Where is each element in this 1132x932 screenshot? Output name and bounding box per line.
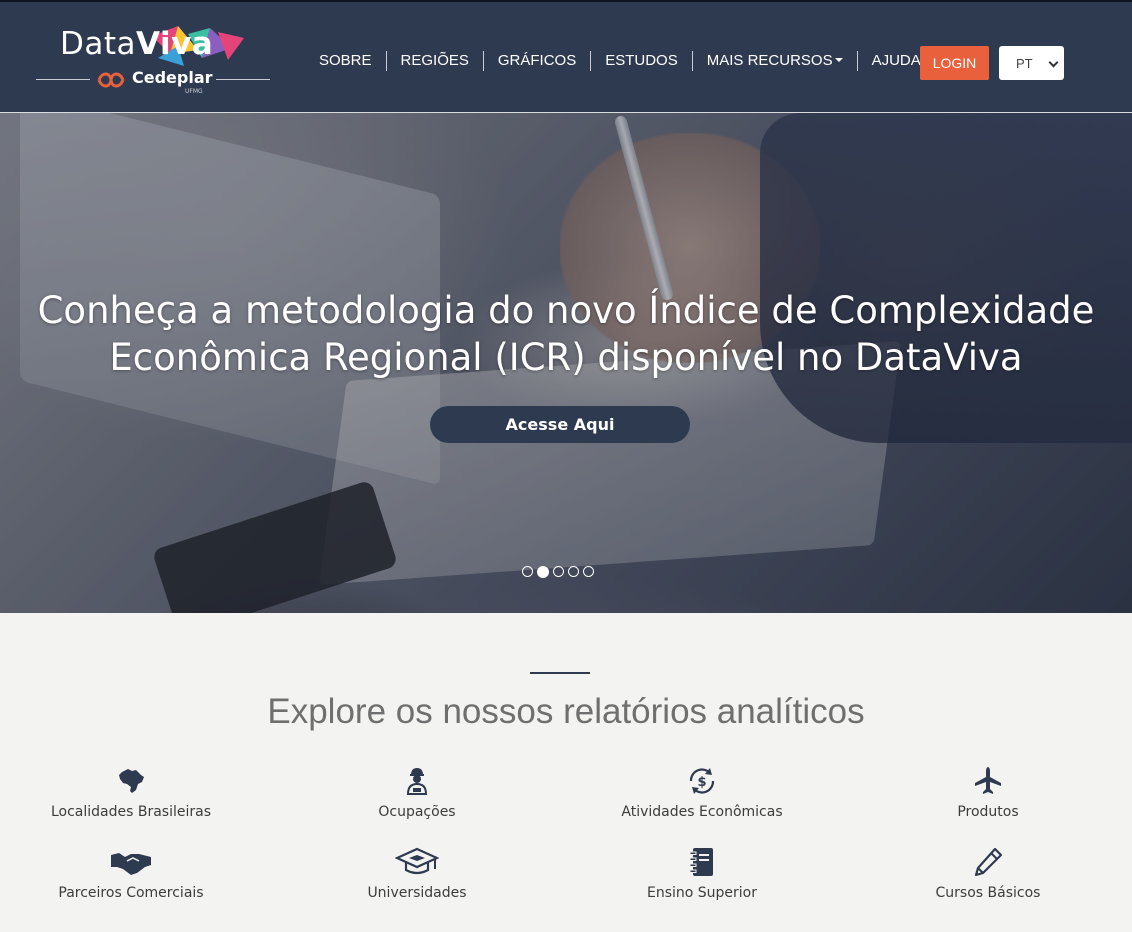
nav-mais-recursos-label: MAIS RECURSOS	[706, 52, 833, 69]
logo-divider-left	[36, 79, 90, 80]
category-label: Ocupações	[378, 804, 456, 820]
nav-sobre[interactable]: SOBRE	[305, 51, 386, 71]
category-label: Atividades Econômicas	[621, 804, 783, 820]
carousel-indicators	[522, 565, 594, 578]
category-cursos-basicos[interactable]: Cursos Básicos	[868, 845, 1108, 901]
category-label: Ensino Superior	[646, 885, 758, 901]
language-selected-value: PT	[1016, 55, 1033, 71]
hero-title: Conheça a metodologia do novo Índice de …	[0, 287, 1132, 381]
carousel-dot-2[interactable]	[537, 565, 549, 578]
logo-wordmark: DataViva	[60, 26, 214, 62]
carousel-dot-4[interactable]	[568, 566, 579, 577]
brazil-map-icon	[119, 769, 144, 793]
nav-regioes[interactable]: REGIÕES	[387, 51, 483, 71]
category-label: Localidades Brasileiras	[50, 804, 212, 820]
dollar-cycle-icon: $	[689, 768, 715, 794]
worker-icon	[406, 768, 428, 795]
hero-title-line-1: Conheça a metodologia do novo Índice de …	[37, 289, 1095, 332]
nav-mais-recursos[interactable]: MAIS RECURSOS	[693, 51, 857, 71]
hero-title-line-2: Econômica Regional (ICR) disponível no D…	[109, 336, 1023, 379]
category-universidades[interactable]: Universidades	[297, 845, 537, 901]
category-atividades[interactable]: $ Atividades Econômicas	[582, 764, 822, 820]
pencil-icon	[974, 847, 1003, 877]
explore-title: Explore os nossos relatórios analíticos	[267, 692, 865, 731]
category-label: Parceiros Comerciais	[58, 885, 204, 901]
category-parceiros[interactable]: Parceiros Comerciais	[11, 845, 251, 901]
login-button[interactable]: LOGIN	[920, 46, 989, 80]
language-select[interactable]: PT	[999, 46, 1064, 80]
logo-divider-right	[216, 79, 270, 80]
graduation-cap-icon	[395, 847, 439, 875]
section-accent-line	[530, 672, 590, 674]
category-ensino-superior[interactable]: Ensino Superior	[582, 845, 822, 901]
ufmg-label: UFMG	[185, 88, 203, 95]
nav-estudos[interactable]: ESTUDOS	[591, 51, 692, 71]
carousel-dot-3[interactable]	[553, 566, 564, 577]
cedeplar-label: Cedeplar	[132, 68, 213, 87]
category-produtos[interactable]: Produtos	[868, 764, 1108, 820]
carousel-dot-1[interactable]	[522, 566, 533, 577]
category-label: Produtos	[957, 804, 1019, 820]
category-label: Cursos Básicos	[935, 885, 1041, 901]
acesse-aqui-button[interactable]: Acesse Aqui	[430, 406, 690, 443]
chevron-down-icon	[1048, 57, 1059, 68]
category-label: Universidades	[367, 885, 467, 901]
cedeplar-icon	[97, 72, 125, 88]
handshake-icon	[111, 853, 151, 875]
site-header: DataViva Cedeplar UFMG SOBRE REGIÕES GRÁ…	[0, 0, 1132, 113]
category-localidades[interactable]: Localidades Brasileiras	[11, 764, 251, 820]
notebook-icon	[689, 848, 713, 876]
nav-graficos[interactable]: GRÁFICOS	[484, 51, 590, 71]
dataviva-logo[interactable]: DataViva Cedeplar UFMG	[36, 24, 272, 102]
svg-text:$: $	[697, 775, 706, 790]
airplane-icon	[975, 767, 1001, 794]
hero-carousel: Conheça a metodologia do novo Índice de …	[0, 113, 1132, 613]
caret-down-icon	[834, 58, 843, 63]
main-nav: SOBRE REGIÕES GRÁFICOS ESTUDOS MAIS RECU…	[305, 51, 935, 71]
carousel-dot-5[interactable]	[583, 566, 594, 577]
category-ocupacoes[interactable]: Ocupações	[297, 764, 537, 820]
